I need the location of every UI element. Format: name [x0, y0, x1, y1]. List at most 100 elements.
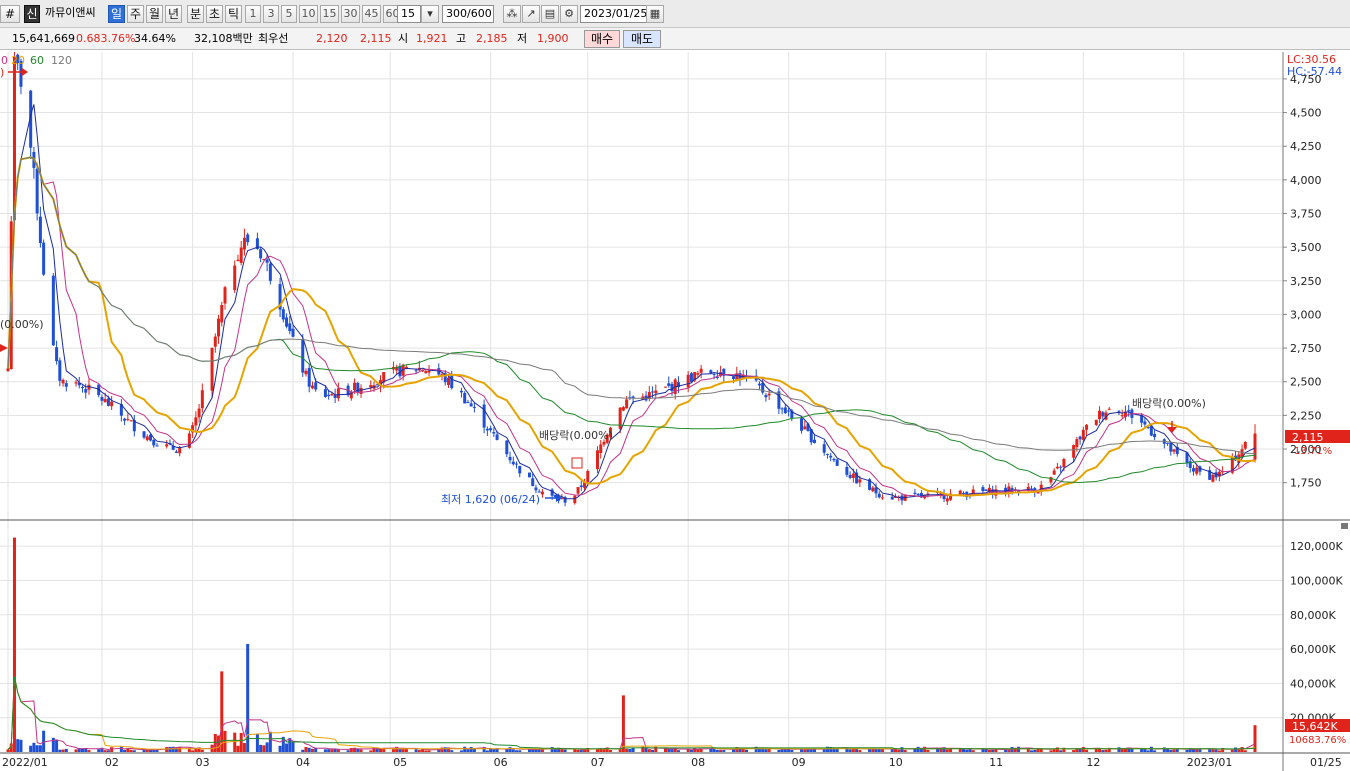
trade-amount: 32,108백만: [194, 32, 253, 45]
candle: [239, 247, 243, 263]
candle: [242, 237, 246, 250]
volume-bar: [1017, 746, 1021, 752]
save-icon[interactable]: ▤: [541, 5, 559, 23]
candle: [152, 439, 156, 446]
period-button[interactable]: 월: [146, 5, 163, 23]
volume-bar: [106, 750, 110, 752]
candle: [155, 445, 159, 447]
candle: [129, 420, 133, 422]
candle-settings-icon[interactable]: ⁂: [503, 5, 521, 23]
volume-bar: [330, 749, 334, 752]
candle: [981, 487, 985, 492]
volume-bar: [767, 748, 771, 752]
volume-bar: [236, 745, 240, 752]
candle: [80, 386, 84, 388]
volume-bar: [573, 749, 577, 752]
interval-button[interactable]: 5: [281, 5, 297, 23]
volume-bar: [74, 749, 78, 752]
volume-bar: [780, 749, 784, 752]
volume-bar: [1033, 749, 1037, 752]
interval-input[interactable]: 15: [397, 5, 421, 23]
volume-bar: [119, 746, 123, 752]
date-input[interactable]: 2023/01/25: [580, 5, 648, 23]
candle: [780, 408, 784, 410]
candle: [61, 379, 65, 384]
candle: [829, 455, 833, 458]
best-bid-label: 최우선: [258, 32, 289, 45]
interval-button[interactable]: 45: [362, 5, 381, 23]
volume-bar: [916, 746, 920, 752]
interval-button[interactable]: 1: [245, 5, 261, 23]
time-tick-label: 2022/01: [2, 756, 48, 769]
period-button[interactable]: 주: [127, 5, 144, 23]
candle: [58, 360, 62, 381]
interval-button[interactable]: 3: [263, 5, 279, 23]
calendar-icon[interactable]: ▦: [646, 5, 664, 23]
volume-bar: [346, 750, 350, 752]
candle: [74, 382, 78, 384]
chevron-down-icon[interactable]: ▾: [421, 5, 439, 23]
candle: [246, 234, 250, 243]
stock-chart[interactable]: 1,750 2,000 2,250 2,500 2,750 3,000 3,250 3,500…: [0, 52, 1350, 771]
volume-bar: [1130, 748, 1134, 752]
turnover-rate: 34.64%: [134, 32, 176, 45]
price-tick-label: 3,250: [1290, 275, 1322, 288]
high-price: 2,185: [476, 32, 508, 45]
candle: [110, 401, 114, 407]
volume-bar: [579, 750, 583, 752]
sell-button[interactable]: 매도: [623, 30, 661, 48]
period-button[interactable]: 틱: [225, 5, 242, 23]
volume-bar: [61, 749, 65, 752]
candle: [310, 385, 314, 389]
candle: [505, 440, 509, 455]
right-dividend-label: 배당락(0.00%): [1132, 397, 1206, 410]
volume-bar: [511, 749, 515, 752]
count-input[interactable]: 300/600: [442, 5, 494, 23]
interval-button[interactable]: 30: [341, 5, 360, 23]
candle: [51, 275, 55, 346]
candle: [803, 426, 807, 430]
volume-bar: [223, 730, 227, 752]
candle: [1081, 429, 1085, 440]
chart-canvas[interactable]: 1,7502,0002,2502,5002,7503,0003,2503,500…: [0, 52, 1350, 771]
candle: [945, 498, 949, 502]
volume-bar: [919, 748, 923, 752]
volume-bar: [651, 749, 655, 752]
period-button[interactable]: 초: [206, 5, 223, 23]
time-tick-label: 2023/01: [1187, 756, 1233, 769]
volume-bar: [803, 749, 807, 752]
price-tick-label: 3,500: [1290, 241, 1322, 254]
volume-bar: [103, 750, 107, 752]
volume-bar: [1059, 750, 1063, 752]
volume-bar: [492, 749, 496, 752]
candle: [100, 397, 104, 401]
candle: [236, 259, 240, 262]
volume-bar: [6, 749, 10, 752]
candle: [621, 407, 625, 411]
gear-icon[interactable]: ⚙: [560, 5, 578, 23]
line-tool-icon[interactable]: ↗: [522, 5, 540, 23]
candle: [489, 428, 493, 431]
interval-button[interactable]: 10: [299, 5, 318, 23]
volume-bar: [123, 749, 127, 752]
candle: [871, 487, 875, 492]
volume-bar: [719, 749, 723, 752]
volume-bar: [55, 740, 59, 752]
open-label: 시: [398, 32, 409, 45]
volume-bar: [391, 749, 395, 752]
buy-button[interactable]: 매수: [584, 30, 620, 48]
volume-bar: [923, 746, 927, 752]
stock-name[interactable]: 까뮤이앤씨: [42, 5, 106, 23]
code-dropdown[interactable]: #: [0, 5, 20, 23]
candle: [210, 347, 214, 391]
candle: [1107, 408, 1111, 410]
volume-bar: [991, 749, 995, 752]
period-button[interactable]: 년: [165, 5, 182, 23]
period-button[interactable]: 일: [108, 5, 125, 23]
volume-bar: [1143, 749, 1147, 752]
price-tick-label: 4,500: [1290, 107, 1322, 120]
volume-bar: [87, 750, 91, 752]
period-button[interactable]: 분: [187, 5, 204, 23]
interval-button[interactable]: 15: [320, 5, 339, 23]
time-tick-label: 06: [494, 756, 508, 769]
